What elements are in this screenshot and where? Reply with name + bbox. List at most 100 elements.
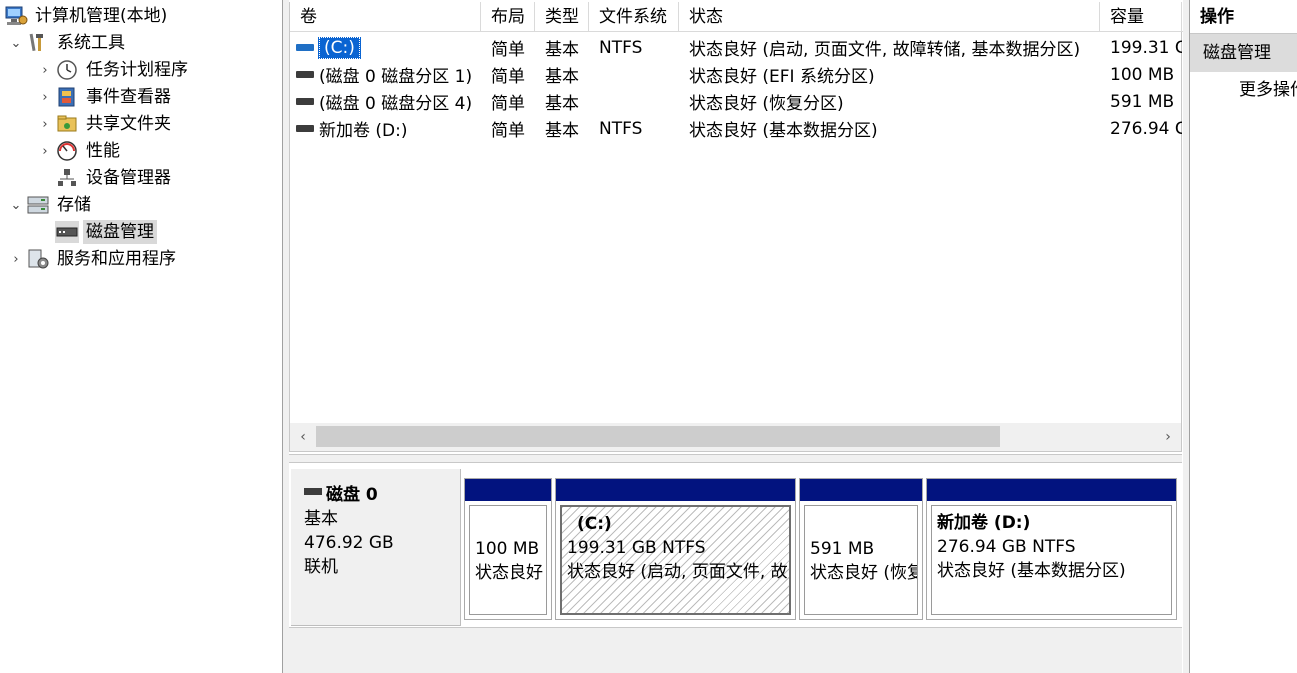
partition-c[interactable]: (C:) 199.31 GB NTFS 状态良好 (启动, 页面文件, 故 [555, 478, 796, 620]
event-viewer-icon [55, 86, 79, 108]
partition-size: 591 MB [810, 539, 875, 559]
volume-name-cell: 新加卷 (D:) [290, 116, 481, 141]
horizontal-scrollbar[interactable]: ‹ › [290, 423, 1181, 451]
tree-item-disk-management[interactable]: 磁盘管理 [0, 219, 282, 245]
tree-item-task-scheduler[interactable]: › 任务计划程序 [0, 57, 282, 83]
chevron-right-icon[interactable]: › [37, 63, 53, 78]
status-cell: 状态良好 (恢复分区) [689, 94, 844, 114]
center-pane: 卷 布局 类型 文件系统 状态 容量 (C:) 简单 基本 NTFS 状态良好 … [289, 0, 1183, 673]
partition-title: 新加卷 (D:) [937, 513, 1031, 533]
column-header-capacity[interactable]: 容量 [1100, 2, 1182, 32]
tree-root-label: 计算机管理(本地) [35, 6, 168, 26]
status-cell: 状态良好 (基本数据分区) [689, 121, 878, 141]
volume-icon [296, 125, 314, 132]
pane-splitter-horizontal[interactable] [289, 454, 1182, 463]
disk-name: 磁盘 0 [326, 485, 378, 505]
computer-management-window: 计算机管理(本地) ⌄ 系统工具 › 任务计划程序 › 事件查看器 › 共享文件… [0, 0, 1297, 673]
scroll-right-icon[interactable]: › [1155, 423, 1181, 451]
volume-icon [296, 98, 314, 105]
actions-section-disk-management[interactable]: 磁盘管理 [1190, 34, 1297, 72]
layout-cell: 简单 [491, 67, 525, 87]
disk-size: 476.92 GB [304, 533, 394, 553]
scroll-left-icon[interactable]: ‹ [290, 423, 316, 451]
performance-icon [55, 140, 79, 162]
partition-size: 276.94 GB NTFS [937, 537, 1076, 557]
scrollbar-thumb[interactable] [316, 426, 1000, 447]
tree-item-services-apps[interactable]: › 服务和应用程序 [0, 246, 282, 272]
device-manager-icon [55, 167, 79, 189]
partition-bar [927, 479, 1176, 501]
column-header-status[interactable]: 状态 [679, 2, 1100, 32]
more-actions-link[interactable]: 更多操作 [1190, 72, 1297, 108]
type-cell: 基本 [545, 94, 579, 114]
table-row[interactable]: (磁盘 0 磁盘分区 4) 简单 基本 状态良好 (恢复分区) 591 MB [290, 88, 1183, 115]
partition-efi[interactable]: 100 MB 状态良好 [464, 478, 552, 620]
type-cell: 基本 [545, 67, 579, 87]
volume-name: (C:) [318, 36, 361, 59]
partition-body: 新加卷 (D:) 276.94 GB NTFS 状态良好 (基本数据分区) [931, 505, 1172, 615]
type-cell: 基本 [545, 40, 579, 60]
partition-d[interactable]: 新加卷 (D:) 276.94 GB NTFS 状态良好 (基本数据分区) [926, 478, 1177, 620]
partition-bar [556, 479, 795, 501]
tree-item-performance[interactable]: › 性能 [0, 138, 282, 164]
capacity-cell: 199.31 G [1110, 37, 1182, 58]
partition-bar [465, 479, 551, 501]
column-header-type[interactable]: 类型 [535, 2, 589, 32]
volume-icon [296, 44, 314, 51]
disk-kind: 基本 [304, 509, 338, 529]
chevron-right-icon[interactable]: › [37, 117, 53, 132]
navigation-tree: 计算机管理(本地) ⌄ 系统工具 › 任务计划程序 › 事件查看器 › 共享文件… [0, 0, 283, 673]
status-cell: 状态良好 (启动, 页面文件, 故障转储, 基本数据分区) [689, 40, 1081, 60]
table-row[interactable]: (磁盘 0 磁盘分区 1) 简单 基本 状态良好 (EFI 系统分区) 100 … [290, 61, 1183, 88]
disk-icon [304, 487, 322, 495]
column-header-volume[interactable]: 卷 [290, 2, 481, 32]
chevron-right-icon[interactable]: › [37, 144, 53, 159]
tree-root[interactable]: 计算机管理(本地) [0, 3, 282, 29]
volume-name-cell: (磁盘 0 磁盘分区 1) [290, 62, 481, 87]
tree-item-label: 服务和应用程序 [57, 249, 176, 269]
tools-icon [26, 32, 50, 54]
layout-cell: 简单 [491, 121, 525, 141]
tree-item-label: 系统工具 [57, 33, 125, 53]
tree-item-storage[interactable]: ⌄ 存储 [0, 192, 282, 218]
tree-item-event-viewer[interactable]: › 事件查看器 [0, 84, 282, 110]
computer-management-icon [4, 5, 28, 27]
tree-item-label: 性能 [86, 141, 120, 161]
chevron-right-icon[interactable]: › [37, 90, 53, 105]
chevron-right-icon[interactable]: › [8, 252, 24, 267]
services-icon [26, 248, 50, 270]
storage-icon [26, 194, 50, 216]
shared-folder-icon [55, 113, 79, 135]
filesystem-cell: NTFS [599, 37, 643, 58]
partition-bar [800, 479, 922, 501]
partition-title: (C:) [577, 514, 612, 534]
tree-item-system-tools[interactable]: ⌄ 系统工具 [0, 30, 282, 56]
volume-name-cell: (磁盘 0 磁盘分区 4) [290, 89, 481, 114]
type-cell: 基本 [545, 121, 579, 141]
tree-item-label: 磁盘管理 [83, 220, 157, 244]
table-row[interactable]: 新加卷 (D:) 简单 基本 NTFS 状态良好 (基本数据分区) 276.94… [290, 115, 1183, 142]
volume-list: 卷 布局 类型 文件系统 状态 容量 (C:) 简单 基本 NTFS 状态良好 … [289, 2, 1183, 452]
tree-item-label: 事件查看器 [86, 87, 171, 107]
tree-item-shared-folders[interactable]: › 共享文件夹 [0, 111, 282, 137]
chevron-down-icon[interactable]: ⌄ [8, 36, 24, 51]
tree-item-device-manager[interactable]: 设备管理器 [0, 165, 282, 191]
column-header-filesystem[interactable]: 文件系统 [589, 2, 679, 32]
disk-title: 磁盘 0 [304, 483, 460, 507]
layout-cell: 简单 [491, 40, 525, 60]
disk-info-panel[interactable]: 磁盘 0 基本 476.92 GB 联机 [291, 469, 461, 626]
volume-name: 新加卷 (D:) [319, 121, 408, 141]
column-header-layout[interactable]: 布局 [481, 2, 535, 32]
disk-map: 磁盘 0 基本 476.92 GB 联机 100 MB 状态良好 (C:) 19… [289, 463, 1182, 673]
partition-strip: 100 MB 状态良好 (C:) 199.31 GB NTFS 状态良好 (启动… [464, 478, 1178, 620]
status-cell: 状态良好 (EFI 系统分区) [689, 67, 875, 87]
capacity-cell: 276.94 G [1110, 118, 1182, 139]
table-row[interactable]: (C:) 简单 基本 NTFS 状态良好 (启动, 页面文件, 故障转储, 基本… [290, 34, 1183, 61]
volume-name: (磁盘 0 磁盘分区 1) [319, 67, 473, 87]
capacity-cell: 100 MB [1110, 64, 1175, 85]
chevron-down-icon[interactable]: ⌄ [8, 198, 24, 213]
volume-list-header: 卷 布局 类型 文件系统 状态 容量 [290, 2, 1183, 32]
volume-icon [296, 71, 314, 78]
partition-recovery[interactable]: 591 MB 状态良好 (恢复 [799, 478, 923, 620]
layout-cell: 简单 [491, 94, 525, 114]
